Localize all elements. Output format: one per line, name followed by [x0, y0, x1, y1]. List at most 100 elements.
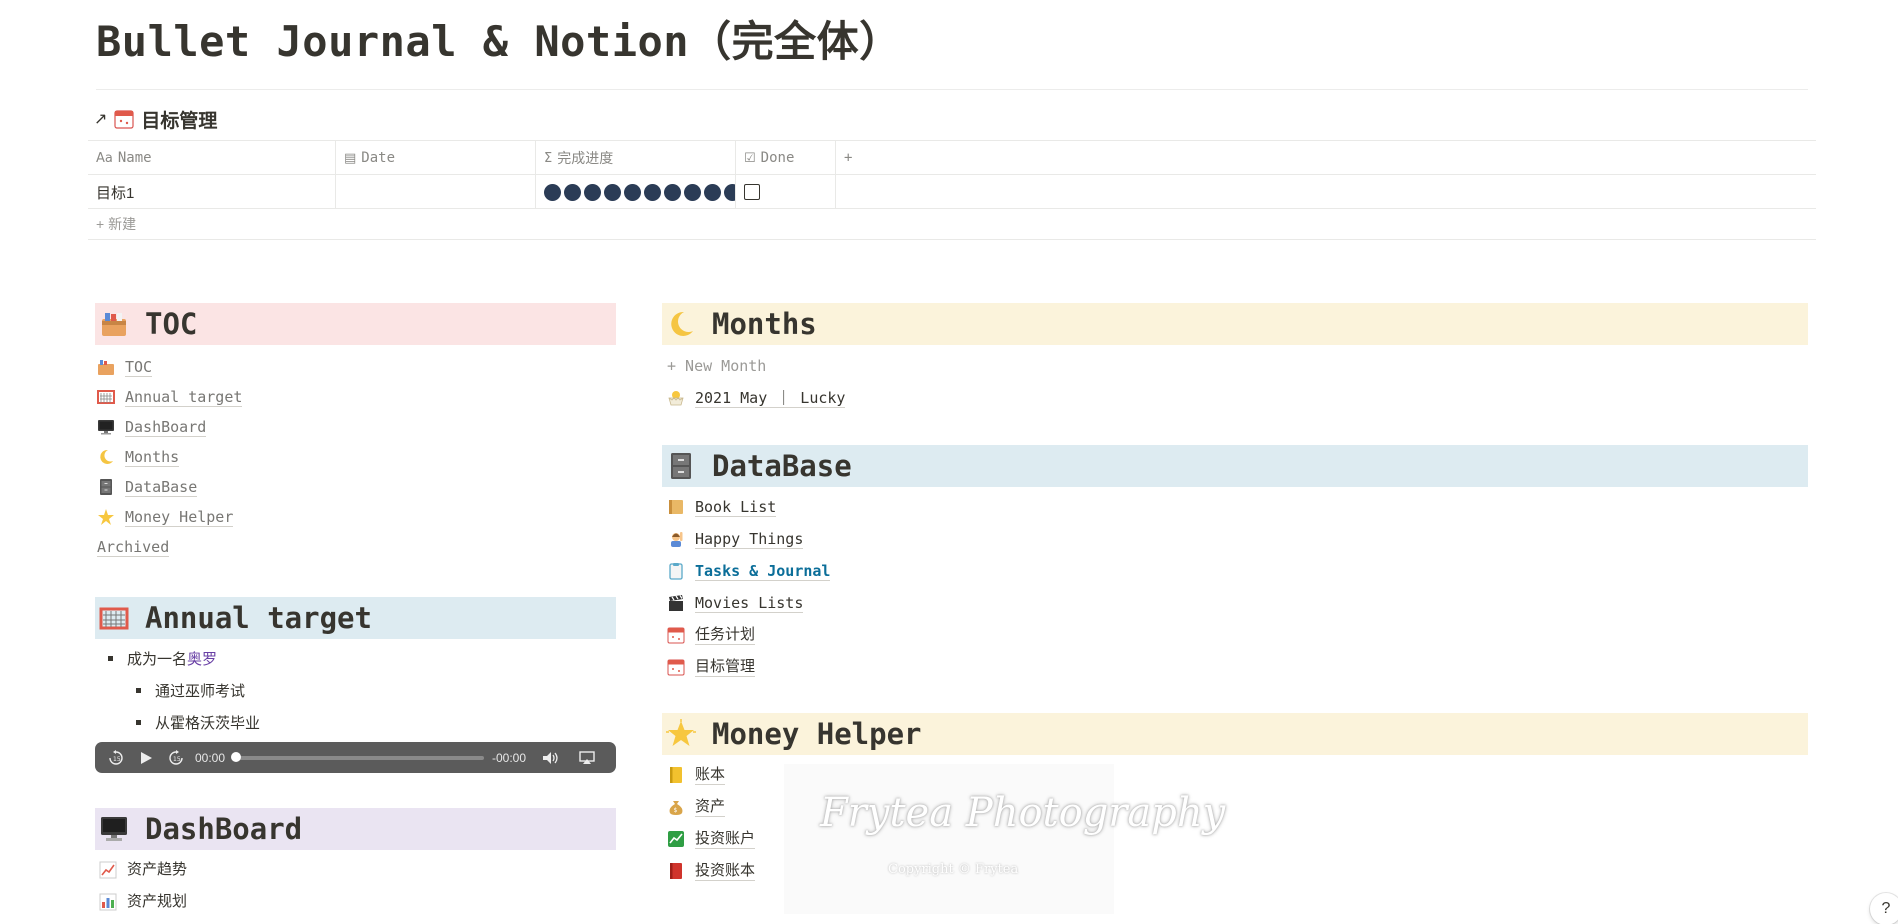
toc-list: TOC Annual target DashBoard Months DataB…: [97, 352, 597, 562]
ledger-icon: [667, 766, 685, 784]
crescent-moon-icon: [666, 309, 696, 339]
checkbox-property-icon: ☑: [744, 150, 756, 166]
toc-heading-text: TOC: [145, 307, 198, 341]
column-header-done[interactable]: ☑ Done: [736, 141, 836, 175]
seek-handle[interactable]: [231, 751, 242, 762]
new-month-button[interactable]: + New Month: [667, 351, 1267, 381]
svg-text:15: 15: [113, 756, 121, 763]
cell-empty: [836, 175, 876, 209]
toc-item-database[interactable]: DataBase: [97, 472, 597, 502]
current-time: 00:00: [195, 750, 226, 765]
linked-database-header[interactable]: ↗ 目标管理: [94, 106, 217, 132]
play-button[interactable]: [135, 747, 157, 769]
progress-dot: [564, 183, 581, 201]
annual-target-heading-text: Annual target: [145, 601, 372, 635]
progress-dots: [544, 183, 735, 201]
database-item-happy-things[interactable]: Happy Things: [667, 523, 1267, 555]
dashboard-list: 资产趋势 资产规划: [99, 854, 599, 918]
svg-text:15: 15: [173, 756, 181, 763]
money-helper-heading: Money Helper: [662, 713, 1808, 755]
book-icon: [667, 498, 685, 516]
database-item-movies-lists[interactable]: Movies Lists: [667, 587, 1267, 619]
svg-text:$: $: [674, 807, 678, 814]
dashboard-item-asset-plan[interactable]: 资产规划: [99, 886, 599, 918]
glowing-star-icon: [97, 508, 115, 526]
database-list: Book List Happy Things Tasks & Journal M…: [667, 491, 1267, 683]
clapper-board-icon: [667, 594, 685, 612]
annual-target-list: 成为一名 奥罗 通过巫师考试 从霍格沃茨毕业: [108, 642, 608, 738]
toc-item-toc[interactable]: TOC: [97, 352, 597, 382]
progress-dot: [624, 183, 641, 201]
column-header-name[interactable]: Aa Name: [88, 141, 336, 175]
money-bag-icon: $: [667, 798, 685, 816]
watermark-copyright: Copyright © Frytea: [888, 862, 1019, 877]
cell-date[interactable]: [336, 175, 536, 209]
dashboard-heading-text: DashBoard: [145, 812, 303, 846]
card-file-box-icon: [97, 358, 115, 376]
cell-progress[interactable]: [536, 175, 736, 209]
help-button[interactable]: ?: [1870, 893, 1898, 924]
progress-dot: [684, 183, 701, 201]
database-item-goal-management[interactable]: 目标管理: [667, 651, 1267, 683]
database-table: Aa Name ▤ Date Σ 完成进度 ☑ Done + 目标1 + 新建: [88, 140, 1816, 240]
linked-database-title[interactable]: 目标管理: [141, 106, 217, 133]
toc-heading: TOC: [95, 303, 616, 345]
bar-chart-icon: [99, 893, 117, 911]
toc-item-archived[interactable]: Archived: [97, 532, 597, 562]
cell-name[interactable]: 目标1: [88, 175, 336, 209]
new-row-button[interactable]: + 新建: [88, 208, 1816, 240]
rewind-15-button[interactable]: 15: [105, 747, 127, 769]
dashboard-item-asset-trend[interactable]: 资产趋势: [99, 854, 599, 886]
card-file-box-icon: [99, 309, 129, 339]
airplay-icon[interactable]: [576, 747, 598, 769]
goal-net-icon: [97, 388, 115, 406]
date-property-icon: ▤: [344, 150, 357, 166]
glowing-star-icon: [666, 719, 696, 749]
progress-dot: [704, 183, 721, 201]
toc-item-money-helper[interactable]: Money Helper: [97, 502, 597, 532]
cell-done[interactable]: [736, 175, 836, 209]
dashboard-heading: DashBoard: [95, 808, 616, 850]
chart-yen-icon: [667, 830, 685, 848]
seek-slider[interactable]: [231, 751, 484, 762]
forward-15-button[interactable]: 15: [165, 747, 187, 769]
page-title: Bullet Journal & Notion（完全体）: [96, 17, 902, 66]
clipboard-icon: [667, 562, 685, 580]
database-item-task-plan[interactable]: 任务计划: [667, 619, 1267, 651]
progress-dot: [604, 183, 621, 201]
desktop-computer-icon: [97, 418, 115, 436]
progress-dot: [724, 183, 735, 201]
toc-item-dashboard[interactable]: DashBoard: [97, 412, 597, 442]
calendar-icon: [667, 658, 685, 676]
done-checkbox[interactable]: [744, 184, 760, 200]
calendar-icon: [113, 108, 135, 130]
month-item[interactable]: 2021 May ｜ Lucky: [667, 381, 1267, 415]
calendar-icon: [667, 626, 685, 644]
divider: [96, 89, 1808, 90]
volume-icon[interactable]: [540, 747, 562, 769]
database-item-tasks-journal[interactable]: Tasks & Journal: [667, 555, 1267, 587]
progress-dot: [544, 183, 561, 201]
bullet: [136, 719, 141, 725]
list-item: 从霍格沃茨毕业: [108, 706, 608, 738]
text-property-icon: Aa: [96, 150, 113, 166]
add-column-button[interactable]: +: [836, 141, 876, 175]
database-heading-text: DataBase: [712, 449, 852, 483]
file-cabinet-icon: [97, 478, 115, 496]
column-header-date[interactable]: ▤ Date: [336, 141, 536, 175]
database-heading: DataBase: [662, 445, 1808, 487]
toc-item-annual-target[interactable]: Annual target: [97, 382, 597, 412]
database-item-book-list[interactable]: Book List: [667, 491, 1267, 523]
months-heading-text: Months: [712, 307, 817, 341]
table-row[interactable]: 目标1: [88, 174, 1816, 209]
chart-increasing-icon: [99, 861, 117, 879]
table-header-row: Aa Name ▤ Date Σ 完成进度 ☑ Done +: [88, 140, 1816, 175]
toc-item-months[interactable]: Months: [97, 442, 597, 472]
column-header-progress[interactable]: Σ 完成进度: [536, 141, 736, 175]
remaining-time: -00:00: [491, 750, 526, 765]
list-item: 通过巫师考试: [108, 674, 608, 706]
months-heading: Months: [662, 303, 1808, 345]
list-item: 成为一名 奥罗: [108, 642, 608, 674]
progress-dot: [584, 183, 601, 201]
desktop-computer-icon: [99, 814, 129, 844]
